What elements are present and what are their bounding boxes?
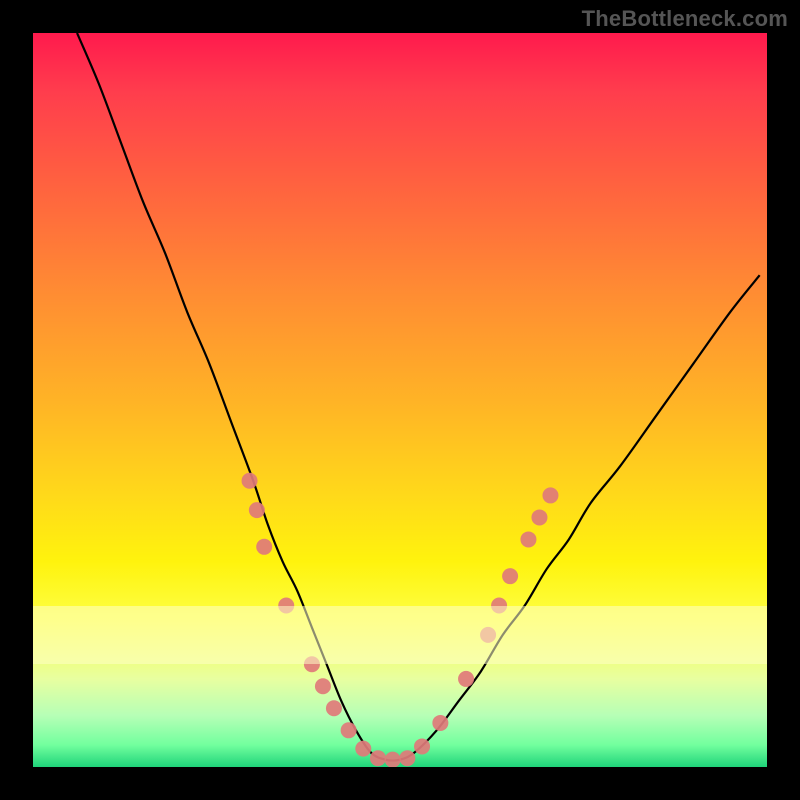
data-marker: [341, 722, 357, 738]
watermark-text: TheBottleneck.com: [582, 6, 788, 32]
data-marker: [458, 671, 474, 687]
data-marker: [249, 502, 265, 518]
data-marker: [432, 715, 448, 731]
data-marker: [502, 568, 518, 584]
data-marker: [480, 627, 496, 643]
chart-svg: [33, 33, 767, 767]
data-marker: [414, 738, 430, 754]
data-marker: [256, 539, 272, 555]
data-marker: [520, 531, 536, 547]
data-marker: [531, 509, 547, 525]
data-marker: [355, 741, 371, 757]
data-marker: [399, 750, 415, 766]
data-marker: [385, 752, 401, 767]
data-marker: [315, 678, 331, 694]
data-marker: [304, 656, 320, 672]
data-marker: [491, 598, 507, 614]
data-marker: [542, 487, 558, 503]
data-marker: [370, 750, 386, 766]
curve-line: [77, 33, 760, 761]
data-marker: [242, 473, 258, 489]
data-marker: [326, 700, 342, 716]
data-marker: [278, 598, 294, 614]
chart-plot-area: [32, 32, 768, 768]
